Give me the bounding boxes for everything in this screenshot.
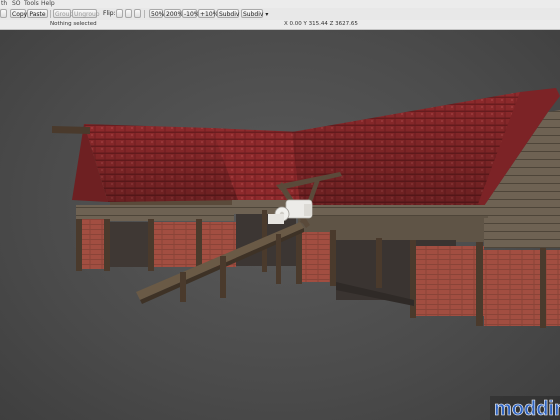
toolbar-icon-button[interactable] [0, 9, 7, 18]
flip-label: Flip: [103, 10, 116, 17]
ridge-beam [52, 126, 90, 134]
flip-horizontal-button[interactable] [116, 9, 123, 18]
subdiv-dropdown-1[interactable]: Subdiv ▾ [217, 9, 244, 18]
watermark-logo: moddin [490, 388, 560, 420]
side-brick-wall-2 [484, 250, 560, 326]
flip-vertical-button[interactable] [125, 9, 132, 18]
side-brick-wall-1 [414, 246, 484, 316]
menu-item-tools[interactable]: Tools [24, 0, 39, 8]
paste-button[interactable]: Paste [27, 9, 48, 18]
selection-status: Nothing selected [50, 21, 97, 27]
toolbar-separator [50, 10, 51, 18]
subdiv-dropdown-2[interactable]: Subdiv ▾ [241, 9, 268, 18]
flip-depth-button[interactable] [134, 9, 141, 18]
group-button[interactable]: Group [53, 9, 73, 18]
barn-model-render [52, 88, 560, 328]
menu-item-so[interactable]: SO [12, 0, 21, 8]
status-bar: Nothing selected X 0.00 Y 315.44 Z 3627.… [0, 20, 560, 30]
subdiv-dropdown-2-label: Subdiv [243, 11, 264, 18]
zoom-plus-10-button[interactable]: +10% [198, 9, 218, 18]
zoom-minus-10-button[interactable]: -10% [182, 9, 200, 18]
watermark-text: moddin [494, 398, 560, 420]
chevron-down-icon: ▾ [263, 11, 269, 18]
menu-item-help[interactable]: Help [41, 0, 55, 8]
menu-item-th[interactable]: th [1, 0, 7, 8]
subdiv-dropdown-1-label: Subdiv [219, 11, 240, 18]
zoom-200-button[interactable]: 200% [164, 9, 183, 18]
copy-button[interactable]: Copy [10, 9, 27, 18]
3d-viewport[interactable]: moddin [0, 30, 560, 420]
toolbar-separator [144, 10, 145, 18]
coordinate-readout: X 0.00 Y 315.44 Z 3627.65 [284, 21, 358, 27]
ungroup-button[interactable]: Ungroup [72, 9, 100, 18]
zoom-50-button[interactable]: 50% [149, 9, 164, 18]
